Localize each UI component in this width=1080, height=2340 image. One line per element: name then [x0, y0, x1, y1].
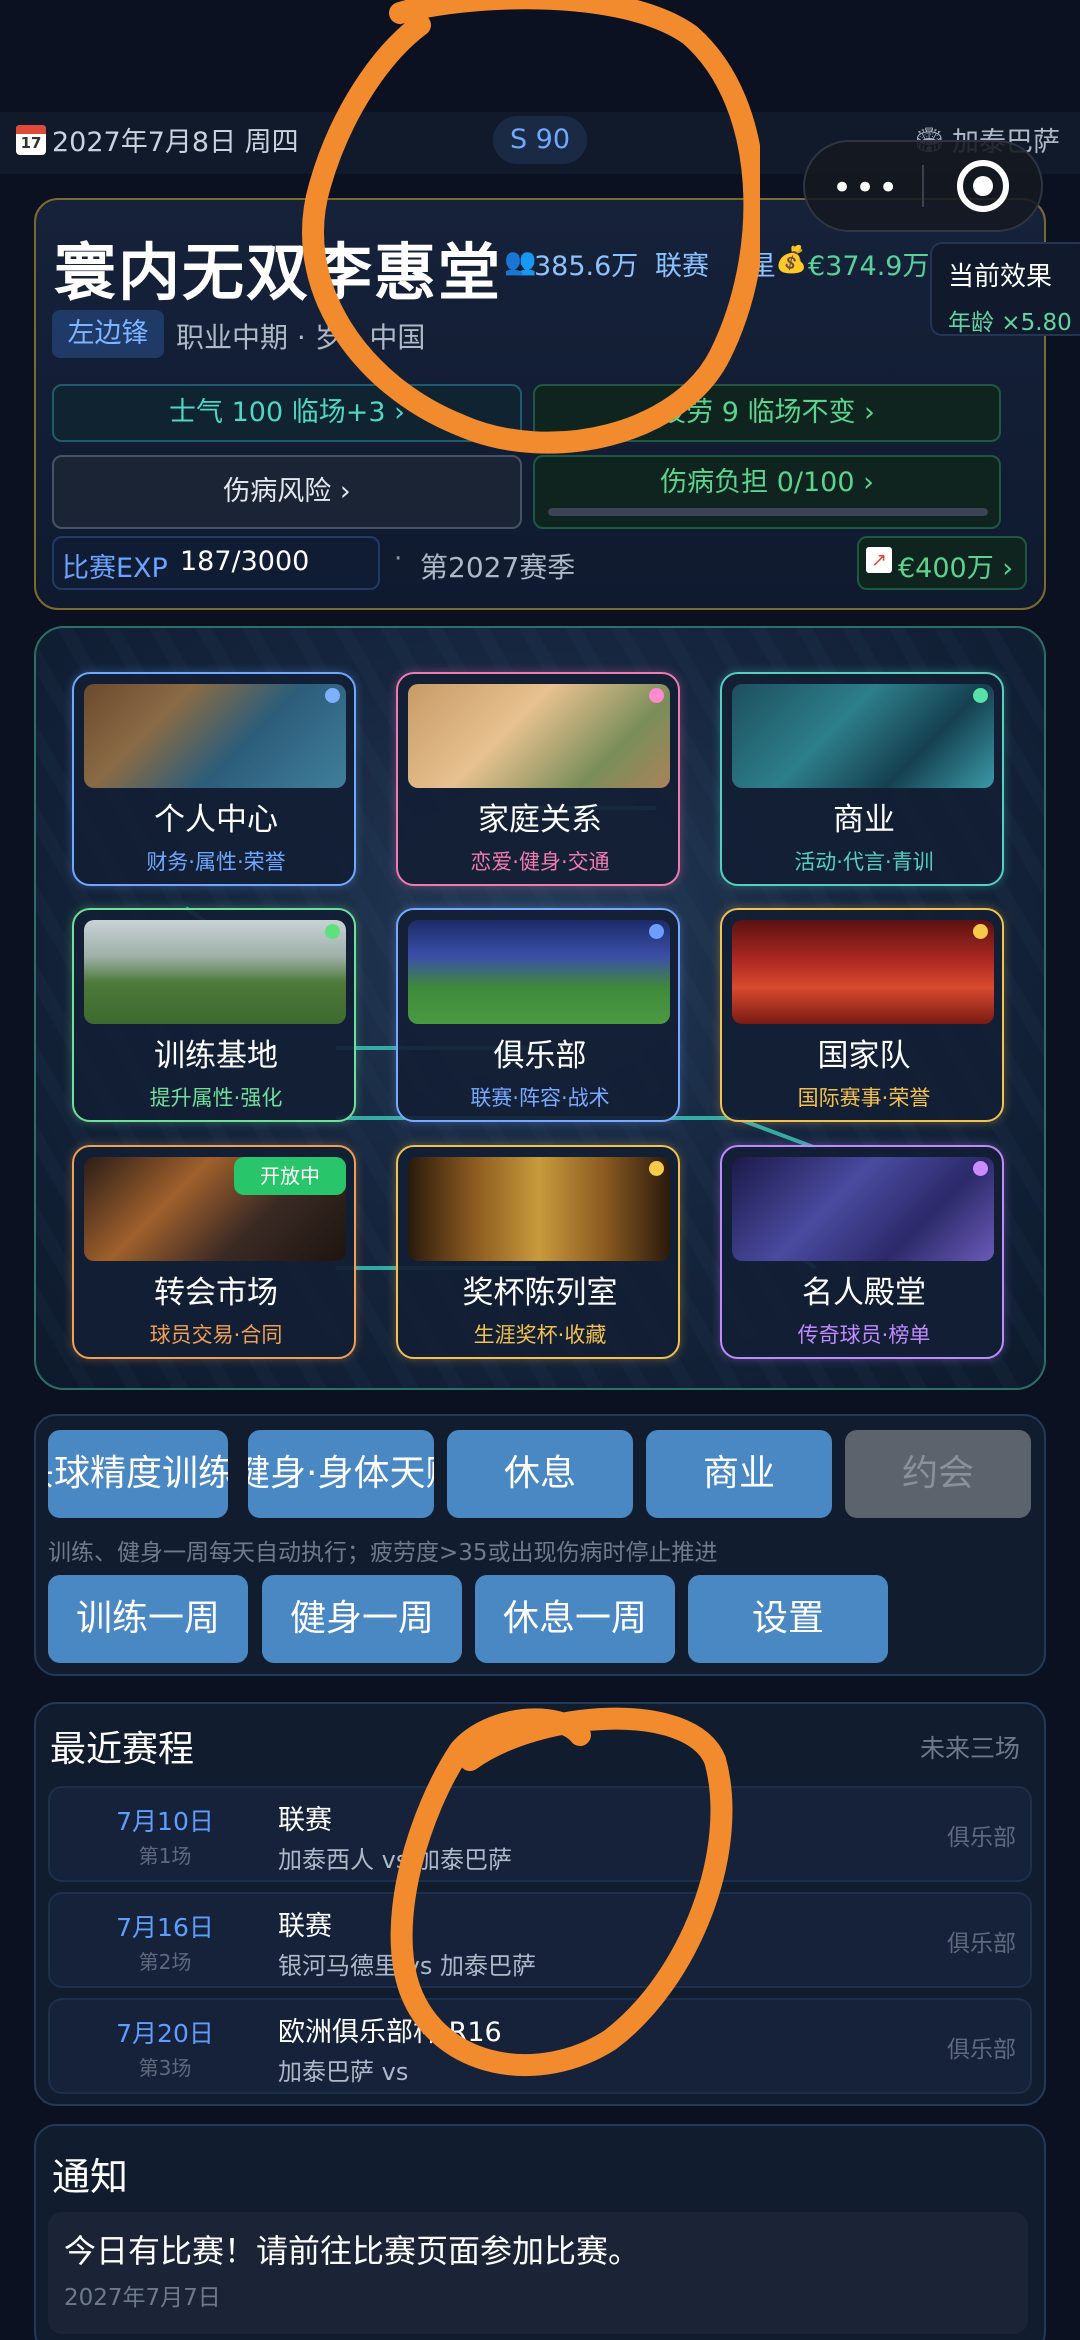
action-button-3[interactable]: 休息: [447, 1430, 633, 1518]
injury-risk-label: 伤病风险 ›: [223, 476, 351, 507]
tile-subtitle: 生涯奖杯·收藏: [473, 1323, 607, 1347]
open-badge: 开放中: [234, 1157, 346, 1195]
tile-subtitle: 活动·代言·青训: [794, 850, 934, 874]
tile-title: 家庭关系: [478, 802, 602, 838]
action-button-5[interactable]: 约会: [845, 1430, 1031, 1518]
season-label: 第2027赛季: [420, 551, 576, 584]
notice-date: 2027年7月7日: [64, 2285, 221, 2311]
calendar-icon: 17: [16, 125, 46, 155]
current-date: 2027年7月8日 周四: [52, 127, 299, 158]
family-image: [408, 684, 670, 788]
status-dot: [973, 1161, 988, 1176]
tile-national-team[interactable]: 国家队国际赛事·荣誉: [720, 908, 1004, 1122]
auto-run-hint: 训练、健身一周每天自动执行；疲劳度>35或出现伤病时停止推进: [48, 1540, 718, 1566]
match-date: 7月10日: [116, 1807, 214, 1836]
action-button-1[interactable]: 头球精度训练: [48, 1430, 228, 1518]
status-dot: [649, 688, 664, 703]
tile-training-base[interactable]: 训练基地提升属性·强化: [72, 908, 356, 1122]
action-button-2[interactable]: 健身·身体天赋: [248, 1430, 434, 1518]
tile-personal-center[interactable]: 个人中心财务·属性·荣誉: [72, 672, 356, 886]
training-base-image: [84, 920, 346, 1024]
match-date: 7月16日: [116, 1913, 214, 1942]
close-target-icon[interactable]: [957, 160, 1009, 212]
status-dot: [325, 924, 340, 939]
tile-title: 训练基地: [154, 1038, 278, 1074]
status-dot: [973, 924, 988, 939]
exp-label: 比赛EXP: [62, 553, 168, 584]
match-competition: 联赛: [278, 1911, 332, 1942]
week-button-4[interactable]: 设置: [688, 1575, 888, 1663]
status-dot: [973, 688, 988, 703]
action-button-4[interactable]: 商业: [646, 1430, 832, 1518]
tile-subtitle: 国际赛事·荣誉: [797, 1086, 931, 1110]
match-teams: 加泰巴萨 vs: [278, 2058, 409, 2086]
capsule-divider: [922, 165, 924, 207]
match-round: 第3场: [138, 2056, 192, 2080]
tile-subtitle: 传奇球员·榜单: [797, 1323, 931, 1347]
club-image: [408, 920, 670, 1024]
tile-title: 商业: [833, 802, 895, 838]
annotation-circle-bottom: [390, 1707, 733, 2077]
market-value: €400万 ›: [898, 553, 1014, 584]
more-icon[interactable]: •••: [832, 168, 901, 208]
status-dot: [649, 924, 664, 939]
injury-load-bar: [548, 508, 988, 516]
notice-title: 通知: [52, 2155, 129, 2199]
tile-title: 名人殿堂: [802, 1275, 926, 1311]
schedule-note: 未来三场: [920, 1734, 1021, 1763]
match-tag: 俱乐部: [947, 1931, 1016, 1957]
trend-chart-icon: ↗: [866, 547, 892, 573]
tile-trophy-room[interactable]: 奖杯陈列室生涯奖杯·收藏: [396, 1145, 680, 1359]
trophy-room-image: [408, 1157, 670, 1261]
week-button-3[interactable]: 休息一周: [475, 1575, 675, 1663]
tile-hall-of-fame[interactable]: 名人殿堂传奇球员·榜单: [720, 1145, 1004, 1359]
national-team-image: [732, 920, 994, 1024]
tile-business[interactable]: 商业活动·代言·青训: [720, 672, 1004, 886]
business-image: [732, 684, 994, 788]
tile-subtitle: 联赛·阵容·战术: [470, 1086, 610, 1110]
week-button-2[interactable]: 健身一周: [262, 1575, 462, 1663]
tile-title: 奖杯陈列室: [462, 1275, 618, 1311]
personal-center-image: [84, 684, 346, 788]
injury-load-label: 伤病负担 0/100 ›: [660, 467, 874, 498]
tile-title: 俱乐部: [493, 1038, 587, 1074]
tile-transfer-market[interactable]: 开放中转会市场球员交易·合同: [72, 1145, 356, 1359]
tile-subtitle: 财务·属性·荣誉: [146, 850, 286, 874]
money-bag-icon: 💰: [775, 245, 808, 275]
position-tag: 左边锋: [52, 310, 164, 358]
tile-title: 转会市场: [154, 1275, 278, 1311]
week-button-1[interactable]: 训练一周: [48, 1575, 248, 1663]
tile-title: 国家队: [817, 1038, 911, 1074]
match-competition: 联赛: [278, 1805, 332, 1836]
separator-dot: ·: [394, 544, 403, 574]
effect-title: 当前效果: [948, 262, 1053, 292]
tile-family[interactable]: 家庭关系恋爱·健身·交通: [396, 672, 680, 886]
tile-subtitle: 恋爱·健身·交通: [470, 850, 610, 874]
annotation-circle-top: [302, 0, 760, 454]
match-round: 第1场: [138, 1844, 192, 1868]
exp-value: 187/3000: [180, 546, 310, 577]
notice-text: 今日有比赛！请前往比赛页面参加比赛。: [64, 2232, 641, 2270]
status-dot: [649, 1161, 664, 1176]
hall-of-fame-image: [732, 1157, 994, 1261]
match-tag: 俱乐部: [947, 2037, 1016, 2063]
match-round: 第2场: [138, 1950, 192, 1974]
effect-value: 年龄 ×5.80: [948, 310, 1072, 336]
tile-subtitle: 球员交易·合同: [149, 1323, 283, 1347]
tile-club[interactable]: 俱乐部联赛·阵容·战术: [396, 908, 680, 1122]
status-dot: [325, 688, 340, 703]
match-date: 7月20日: [116, 2019, 214, 2048]
tile-title: 个人中心: [154, 802, 278, 838]
tile-subtitle: 提升属性·强化: [149, 1086, 283, 1110]
schedule-title: 最近赛程: [50, 1729, 195, 1770]
player-money: €374.9万: [808, 251, 930, 282]
match-tag: 俱乐部: [947, 1825, 1016, 1851]
